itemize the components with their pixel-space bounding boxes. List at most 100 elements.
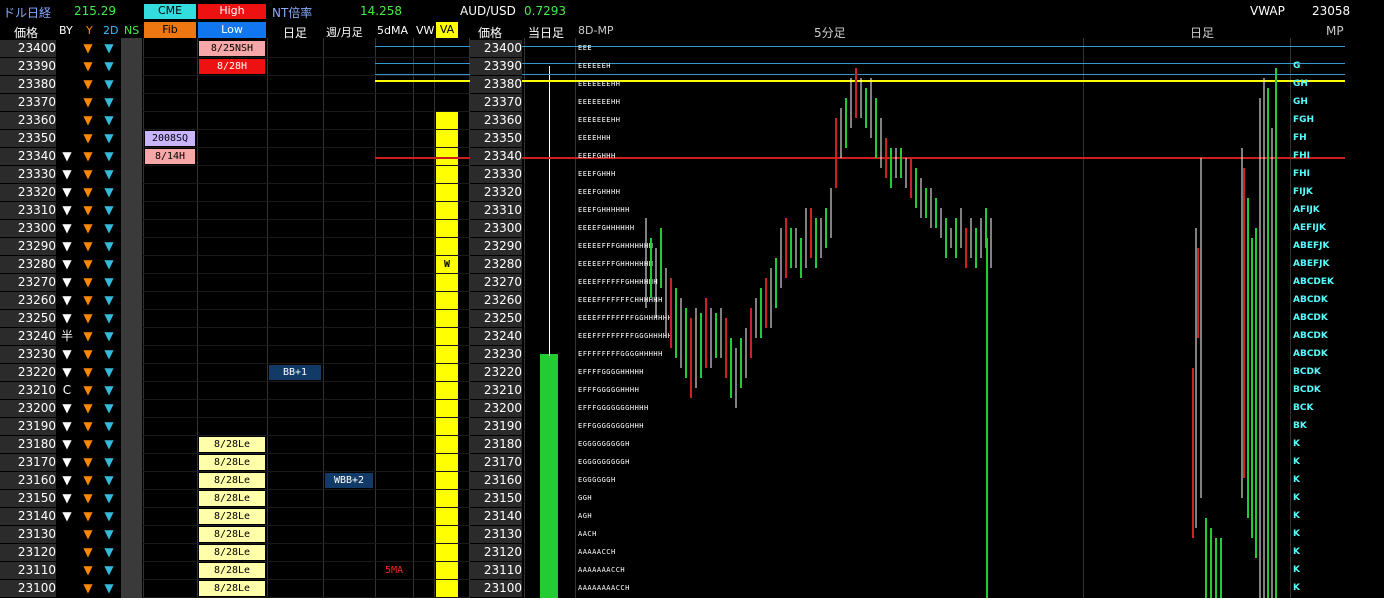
by-mark: ▼ xyxy=(62,311,72,325)
price-cell: 23250 xyxy=(0,310,56,327)
sep-3 xyxy=(267,38,268,598)
y-down-arrow-icon: ▼ xyxy=(83,401,93,415)
sep-9 xyxy=(524,38,525,598)
col-va: VA xyxy=(436,22,458,38)
dollar-nikkei-label: ドル日経 xyxy=(3,6,52,20)
low-tag: 8/28Le xyxy=(199,491,265,506)
price-cell-right: 23230 xyxy=(470,346,522,363)
price-cell: 23110 xyxy=(0,562,56,579)
grid-row-line xyxy=(143,165,469,166)
grid-row-line xyxy=(143,363,469,364)
price-cell-right: 23340 xyxy=(470,148,522,165)
grid-row-line xyxy=(143,111,469,112)
fib-tag: 8/14H xyxy=(145,149,195,164)
y-down-arrow-icon: ▼ xyxy=(83,41,93,55)
price-cell-right: 23300 xyxy=(470,220,522,237)
price-cell: 23190 xyxy=(0,418,56,435)
y-down-arrow-icon: ▼ xyxy=(83,347,93,361)
sep-6 xyxy=(413,38,414,598)
2d-down-arrow-icon: ▼ xyxy=(104,203,114,217)
price-cell: 23360 xyxy=(0,112,56,129)
2d-down-arrow-icon: ▼ xyxy=(104,149,114,163)
2d-down-arrow-icon: ▼ xyxy=(104,545,114,559)
price-cell: 23300 xyxy=(0,220,56,237)
col-by: BY xyxy=(59,24,73,37)
y-down-arrow-icon: ▼ xyxy=(83,113,93,127)
col-vw: VW xyxy=(416,24,435,37)
price-cell-right: 23200 xyxy=(470,400,522,417)
2d-down-arrow-icon: ▼ xyxy=(104,41,114,55)
col-mp: MP xyxy=(1326,24,1344,38)
2d-down-arrow-icon: ▼ xyxy=(104,527,114,541)
fib-label[interactable]: Fib xyxy=(144,22,196,38)
grid-row-line xyxy=(143,183,469,184)
y-down-arrow-icon: ▼ xyxy=(83,383,93,397)
price-cell-right: 23150 xyxy=(470,490,522,507)
price-cell-right: 23180 xyxy=(470,436,522,453)
2d-down-arrow-icon: ▼ xyxy=(104,95,114,109)
grid-row-line xyxy=(143,543,469,544)
price-cell-right: 23280 xyxy=(470,256,522,273)
by-mark: ▼ xyxy=(62,419,72,433)
y-down-arrow-icon: ▼ xyxy=(83,221,93,235)
grid-row-line xyxy=(143,93,469,94)
2d-down-arrow-icon: ▼ xyxy=(104,311,114,325)
today-range-bar xyxy=(540,354,558,598)
price-cell-right: 23320 xyxy=(470,184,522,201)
price-cell-right: 23160 xyxy=(470,472,522,489)
by-mark: ▼ xyxy=(62,365,72,379)
y-down-arrow-icon: ▼ xyxy=(83,455,93,469)
2d-down-arrow-icon: ▼ xyxy=(104,401,114,415)
y-down-arrow-icon: ▼ xyxy=(83,275,93,289)
grid-row-line xyxy=(143,219,469,220)
grid-row-line xyxy=(143,561,469,562)
col-8d-mp: 8D-MP xyxy=(578,24,614,37)
low-label[interactable]: Low xyxy=(198,22,266,38)
price-cell-right: 23210 xyxy=(470,382,522,399)
y-down-arrow-icon: ▼ xyxy=(83,509,93,523)
price-cell-right: 23140 xyxy=(470,508,522,525)
price-cell: 23220 xyxy=(0,364,56,381)
2d-down-arrow-icon: ▼ xyxy=(104,473,114,487)
price-cell: 23230 xyxy=(0,346,56,363)
grid-row-line xyxy=(143,507,469,508)
y-down-arrow-icon: ▼ xyxy=(83,293,93,307)
high-label[interactable]: High xyxy=(198,4,266,19)
col-price: 価格 xyxy=(14,26,39,40)
price-cell: 23200 xyxy=(0,400,56,417)
weekly-tag: WBB+2 xyxy=(325,473,373,488)
grid-row-line xyxy=(143,435,469,436)
2d-down-arrow-icon: ▼ xyxy=(104,563,114,577)
2d-down-arrow-icon: ▼ xyxy=(104,383,114,397)
low-tag: 8/28Le xyxy=(199,563,265,578)
y-down-arrow-icon: ▼ xyxy=(83,419,93,433)
grid-row-line xyxy=(143,453,469,454)
grid-row-line xyxy=(143,57,469,58)
grid-row-line xyxy=(143,309,469,310)
y-down-arrow-icon: ▼ xyxy=(83,77,93,91)
grid-row-line xyxy=(143,381,469,382)
price-cell: 23370 xyxy=(0,94,56,111)
by-mark: ▼ xyxy=(62,149,72,163)
price-cell: 23290 xyxy=(0,238,56,255)
price-cell-right: 23240 xyxy=(470,328,522,345)
price-cell-right: 23250 xyxy=(470,310,522,327)
y-down-arrow-icon: ▼ xyxy=(83,581,93,595)
cme-label[interactable]: CME xyxy=(144,4,196,19)
price-cell-right: 23270 xyxy=(470,274,522,291)
today-wick xyxy=(549,66,550,356)
grid-row-line xyxy=(143,237,469,238)
price-cell-right: 23370 xyxy=(470,94,522,111)
price-cell-right: 23360 xyxy=(470,112,522,129)
2d-down-arrow-icon: ▼ xyxy=(104,59,114,73)
grid-row-line xyxy=(143,579,469,580)
vwap-label: VWAP xyxy=(1250,4,1285,18)
price-cell: 23130 xyxy=(0,526,56,543)
by-mark: ▼ xyxy=(62,347,72,361)
five-minute-chart xyxy=(645,68,1277,598)
price-cell-right: 23130 xyxy=(470,526,522,543)
low-tag: 8/28Le xyxy=(199,455,265,470)
y-down-arrow-icon: ▼ xyxy=(83,257,93,271)
grid-row-line xyxy=(143,525,469,526)
2d-down-arrow-icon: ▼ xyxy=(104,131,114,145)
